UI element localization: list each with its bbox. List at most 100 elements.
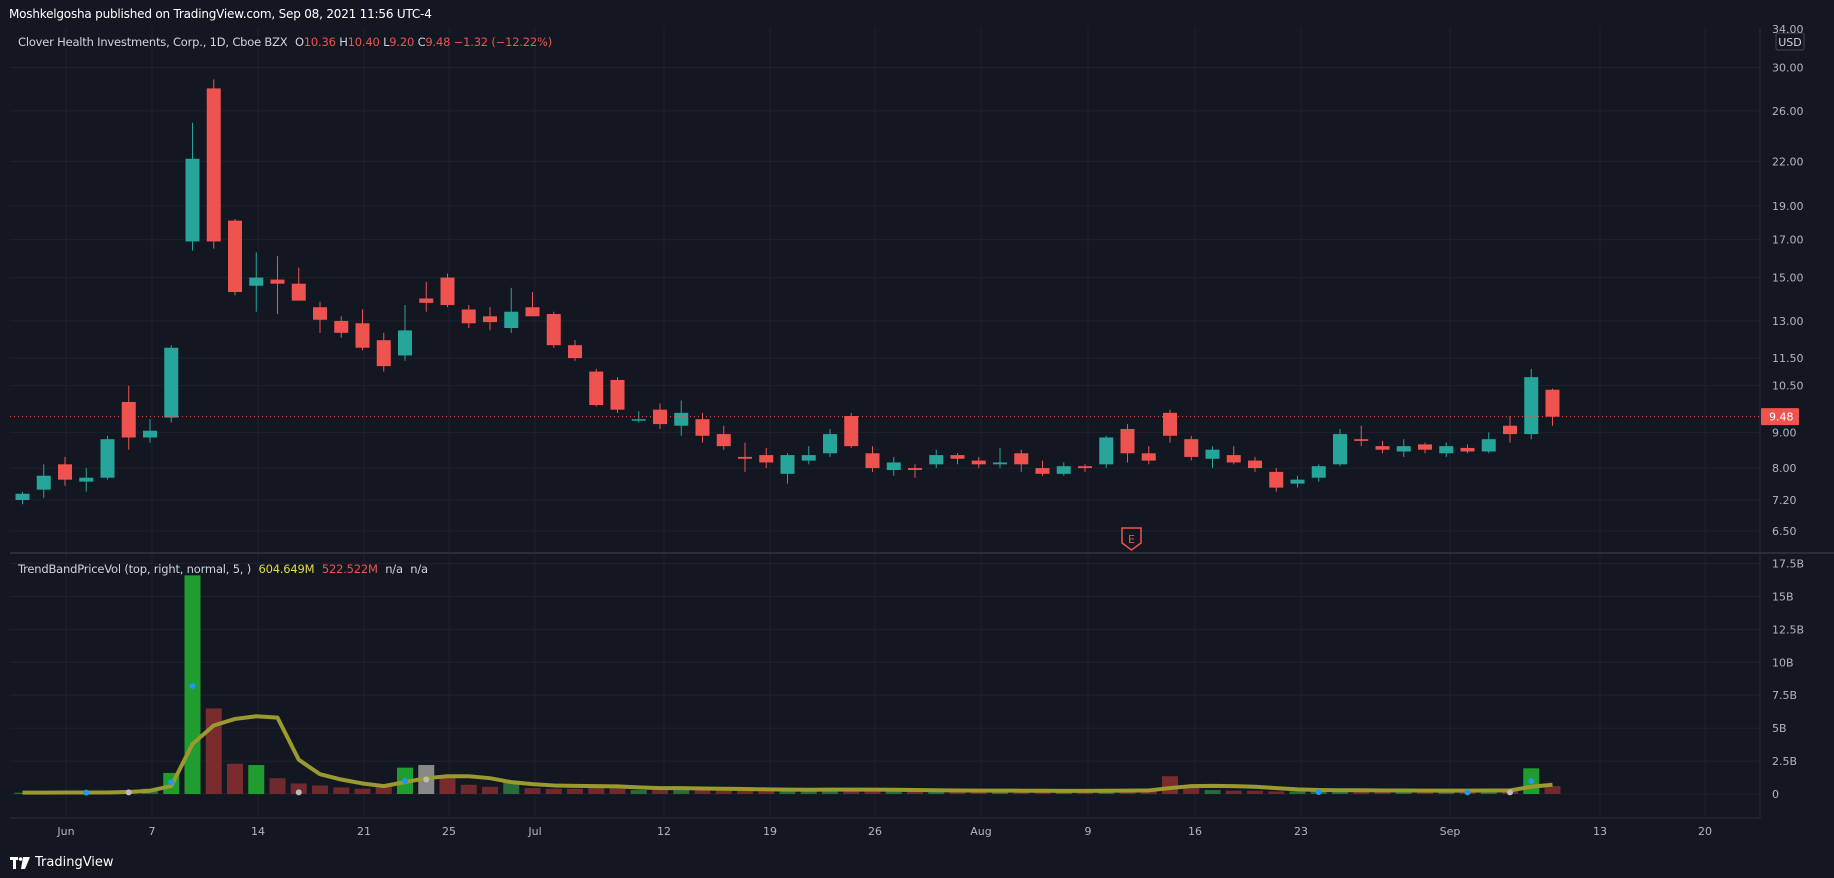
candle	[1524, 368, 1539, 440]
volume-bar	[269, 778, 286, 794]
price-tick-label: 7.20	[1772, 494, 1797, 507]
close-value: 9.48	[425, 35, 451, 49]
high-value: 10.40	[347, 35, 380, 49]
price-tick-label: 19.00	[1772, 200, 1804, 213]
tradingview-logo[interactable]: TradingView	[10, 855, 114, 870]
signal-dot	[423, 776, 430, 783]
volume-bar	[737, 790, 753, 794]
high-label: H	[339, 35, 348, 49]
volume-tick-label: 2.5B	[1772, 755, 1797, 768]
candle	[100, 435, 115, 480]
indicator-name: TrendBandPriceVol (top, right, normal, 5…	[18, 562, 252, 576]
volume-tick-label: 12.5B	[1772, 623, 1804, 636]
candle	[206, 79, 221, 249]
volume-bar	[609, 788, 626, 794]
price-tick-label: 10.50	[1772, 380, 1804, 393]
low-value: 9.20	[389, 35, 415, 49]
volume-bar	[567, 788, 583, 794]
signal-dot	[1464, 789, 1471, 796]
time-tick-label: Jul	[527, 825, 541, 838]
price-tick-label: 9.00	[1772, 426, 1797, 439]
candle	[546, 311, 561, 348]
chart-canvas[interactable]: 30.00 26.00 22.00 19.00 17.00 15.00 13.00 11.50…	[0, 0, 1834, 848]
candle	[440, 273, 455, 308]
signal-dot	[125, 789, 132, 796]
price-tick-label: 17.00	[1772, 234, 1804, 247]
candle	[228, 218, 242, 296]
time-tick-label: 23	[1294, 825, 1308, 838]
volume-bar	[1204, 790, 1221, 794]
signal-dot	[189, 682, 196, 689]
signal-dot	[1507, 789, 1513, 796]
price-tick-label: 11.50	[1772, 352, 1804, 365]
time-tick-label: 26	[868, 825, 882, 838]
time-tick-label: 21	[357, 825, 371, 838]
signal-dot	[1315, 789, 1322, 796]
chart-background	[0, 27, 1834, 848]
price-axis-top-partial: 34.00	[1772, 23, 1804, 36]
open-value: 10.36	[303, 35, 336, 49]
volume-bar	[524, 788, 541, 794]
volume-bar	[1289, 791, 1306, 794]
candle	[1333, 429, 1347, 467]
price-tick-label: 15.00	[1772, 272, 1804, 285]
candle	[164, 345, 179, 423]
volume-bar	[248, 765, 265, 794]
indicator-legend[interactable]: TrendBandPriceVol (top, right, normal, 5…	[18, 562, 428, 576]
symbol-legend[interactable]: Clover Health Investments, Corp., 1D, Cb…	[18, 35, 552, 49]
candle	[589, 368, 604, 407]
volume-bar	[545, 788, 562, 794]
change-value: −1.32 (−12.22%)	[453, 35, 553, 49]
volume-bar	[482, 786, 498, 794]
price-tick-label: 26.00	[1772, 105, 1804, 118]
earnings-marker-label: E	[1128, 533, 1135, 546]
volume-bar	[1225, 790, 1242, 794]
volume-bar	[205, 708, 222, 794]
volume-bar	[630, 790, 647, 794]
price-tick-label: 30.00	[1772, 62, 1804, 75]
volume-bar	[312, 785, 328, 794]
price-tick-label: 6.50	[1772, 525, 1797, 538]
time-tick-label: 12	[657, 825, 671, 838]
indicator-value-1: 604.649M	[258, 562, 315, 576]
volume-bar	[333, 787, 350, 794]
candle	[844, 412, 859, 448]
time-tick-label: 16	[1188, 825, 1202, 838]
volume-tick-label: 15B	[1772, 590, 1794, 603]
time-tick-label: Aug	[970, 825, 991, 838]
symbol-name: Clover Health Investments, Corp., 1D, Cb…	[18, 35, 288, 49]
indicator-value-3: n/a	[385, 562, 403, 576]
volume-tick-label: 7.5B	[1772, 689, 1797, 702]
time-tick-label: 9	[1085, 825, 1092, 838]
volume-tick-label: 17.5B	[1772, 558, 1804, 571]
footer-bar: TradingView	[0, 848, 1834, 878]
time-tick-label: 25	[442, 825, 456, 838]
time-tick-label: Sep	[1440, 825, 1461, 838]
price-tick-label: 8.00	[1772, 462, 1797, 475]
volume-bar	[354, 788, 371, 794]
price-tick-label: 22.00	[1772, 155, 1804, 168]
volume-bar	[460, 784, 477, 794]
candle	[610, 377, 625, 413]
tradingview-logo-icon	[10, 856, 30, 869]
signal-dot	[168, 779, 175, 786]
volume-tick-label: 5B	[1772, 722, 1787, 735]
volume-bar	[1268, 791, 1285, 794]
volume-bar	[652, 790, 668, 794]
price-tick-label: 13.00	[1772, 315, 1804, 328]
volume-tick-label: 10B	[1772, 656, 1794, 669]
last-price-value: 9.48	[1769, 411, 1794, 424]
time-tick-label: 13	[1593, 825, 1607, 838]
open-label: O	[294, 35, 304, 49]
signal-dot	[295, 789, 302, 796]
volume-bar	[1162, 776, 1178, 794]
volume-bar	[227, 763, 243, 794]
time-tick-label: 7	[149, 825, 156, 838]
signal-dot	[83, 789, 90, 796]
tradingview-logo-text: TradingView	[35, 855, 114, 870]
currency-label: USD	[1778, 36, 1802, 49]
candle	[1184, 435, 1199, 461]
volume-bar	[758, 791, 775, 794]
time-tick-label: Jun	[56, 825, 74, 838]
candle	[1099, 435, 1114, 469]
